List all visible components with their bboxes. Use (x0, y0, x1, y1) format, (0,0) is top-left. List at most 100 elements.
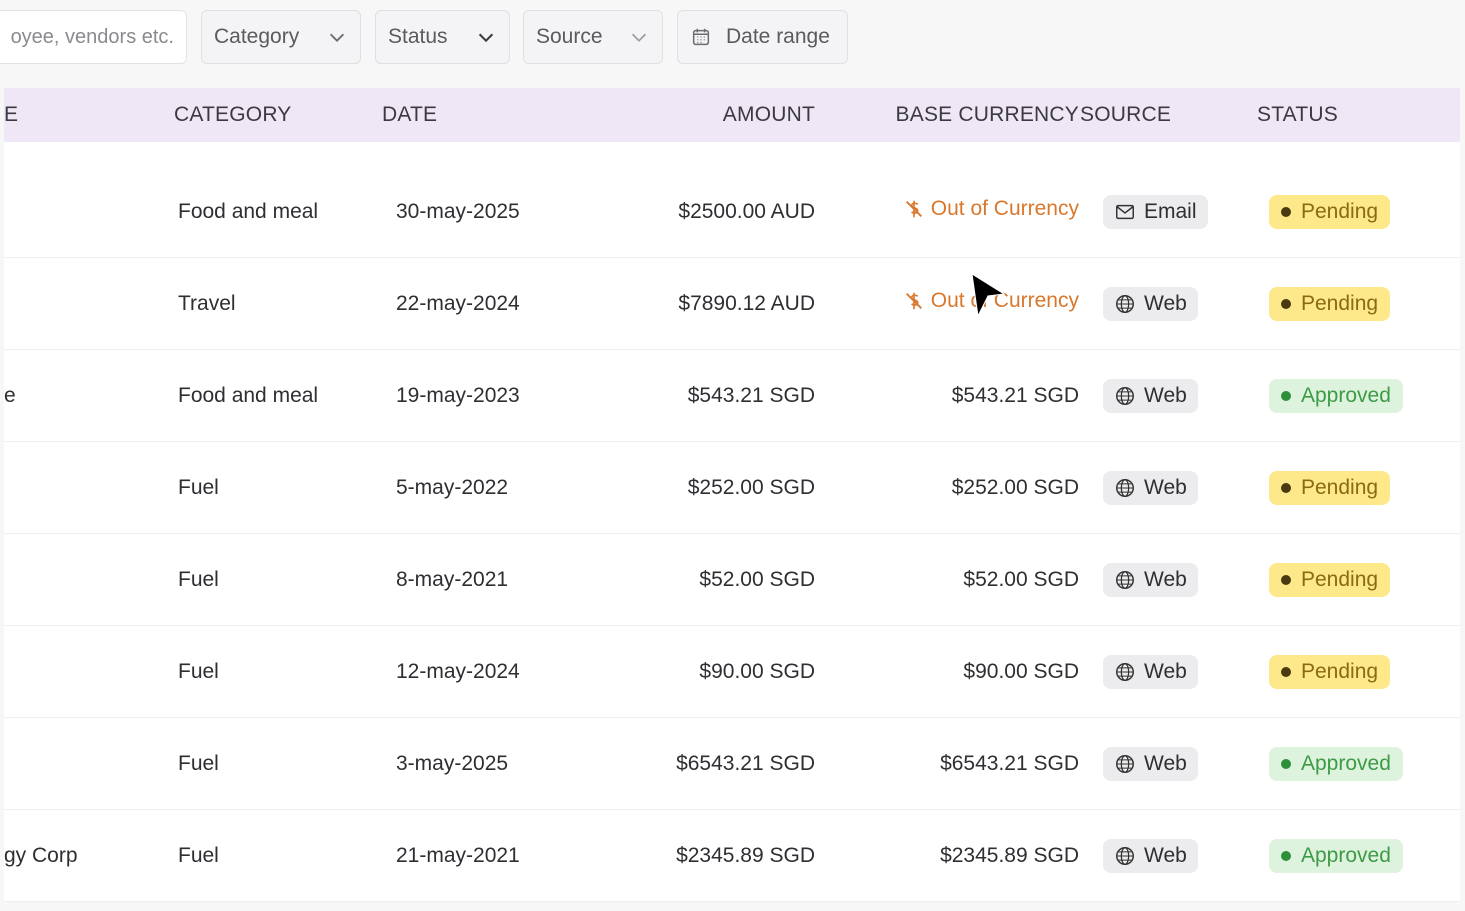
cell-category: Fuel (178, 567, 219, 591)
cell-source: Web (1079, 838, 1257, 873)
category-dropdown[interactable]: Category (201, 10, 361, 64)
column-header-date[interactable]: DATE (382, 103, 592, 127)
cell-status: Pending (1257, 286, 1437, 321)
source-chip: Web (1103, 654, 1198, 689)
status-dot (1281, 298, 1291, 309)
search-input-value: oyee, vendors etc. (10, 25, 174, 48)
cell-category: Food and meal (178, 199, 319, 223)
column-header-source[interactable]: SOURCE (1079, 103, 1257, 127)
cell-base-currency: $6543.21 SGD (815, 752, 1079, 776)
source-chip: Web (1103, 562, 1198, 597)
globe-icon (1116, 294, 1134, 313)
base-currency-value: $90.00 SGD (963, 659, 1079, 683)
status-badge-label: Approved (1301, 383, 1391, 407)
base-currency-value: $252.00 SGD (951, 475, 1079, 499)
cell-status: Approved (1257, 838, 1437, 873)
table-row[interactable]: Fuel 8-may-2021 $52.00 SGD $52.00 SGD We… (4, 534, 1460, 626)
column-header-amount[interactable]: AMOUNT (592, 103, 815, 127)
cell-category: Fuel (178, 751, 219, 775)
status-badge-label: Approved (1301, 751, 1391, 775)
globe-icon (1116, 846, 1134, 865)
table-row[interactable]: Food and meal 30-may-2025 $2500.00 AUD O… (4, 166, 1460, 258)
status-dropdown[interactable]: Status (375, 10, 510, 64)
no-currency-icon (905, 200, 922, 218)
source-chip: Web (1103, 286, 1198, 321)
source-chip-label: Web (1144, 383, 1187, 407)
cell-amount: $252.00 SGD (687, 475, 815, 499)
status-badge: Approved (1269, 838, 1403, 873)
source-chip-label: Email (1144, 199, 1197, 223)
cell-date: 30-may-2025 (396, 199, 520, 223)
globe-icon (1116, 478, 1134, 497)
table-row[interactable]: Fuel 12-may-2024 $90.00 SGD $90.00 SGD W… (4, 626, 1460, 718)
cell-status: Pending (1257, 470, 1437, 505)
no-currency-icon (905, 292, 922, 310)
cell-source: Web (1079, 286, 1257, 321)
table-row[interactable]: Travel 22-may-2024 $7890.12 AUD Out of C… (4, 258, 1460, 350)
globe-icon (1116, 386, 1134, 405)
status-dot (1281, 574, 1291, 585)
status-badge-label: Pending (1301, 567, 1379, 591)
table-row[interactable]: e Food and meal 19-may-2023 $543.21 SGD … (4, 350, 1460, 442)
cell-amount: $52.00 SGD (699, 567, 815, 591)
status-dot (1281, 850, 1291, 861)
search-input[interactable]: oyee, vendors etc. (0, 10, 187, 64)
status-dropdown-label: Status (388, 25, 448, 48)
globe-icon (1116, 662, 1134, 681)
column-header-base-currency[interactable]: BASE CURRENCY (815, 103, 1079, 127)
table-row[interactable]: Fuel 3-may-2025 $6543.21 SGD $6543.21 SG… (4, 718, 1460, 810)
cell-amount: $7890.12 AUD (678, 291, 815, 315)
cell-status: Pending (1257, 654, 1437, 689)
column-header-status[interactable]: STATUS (1257, 103, 1437, 127)
base-currency-value: $6543.21 SGD (940, 751, 1079, 775)
date-range-label: Date range (726, 25, 830, 48)
cell-category: Food and meal (178, 383, 319, 407)
base-currency-value: $543.21 SGD (951, 383, 1079, 407)
cell-source: Web (1079, 562, 1257, 597)
source-chip-label: Web (1144, 659, 1187, 683)
status-dot (1281, 206, 1291, 217)
cell-amount: $2500.00 AUD (678, 199, 815, 223)
base-currency-text: Out of Currency (930, 197, 1079, 220)
cell-category: Fuel (178, 843, 219, 867)
cell-status: Pending (1257, 562, 1437, 597)
source-dropdown[interactable]: Source (523, 10, 663, 64)
source-chip-label: Web (1144, 475, 1187, 499)
cell-amount: $2345.89 SGD (676, 843, 815, 867)
calendar-icon (692, 28, 710, 46)
cell-amount: $543.21 SGD (687, 383, 815, 407)
table-spacer (4, 142, 1460, 166)
cell-status: Approved (1257, 746, 1437, 781)
status-dot (1281, 482, 1291, 493)
cell-date: 5-may-2022 (396, 475, 509, 499)
cell-base-currency: $543.21 SGD (815, 384, 1079, 408)
cell-category: Travel (178, 291, 236, 315)
cell-date: 8-may-2021 (396, 567, 509, 591)
source-chip: Web (1103, 746, 1198, 781)
table-header: E CATEGORY DATE AMOUNT BASE CURRENCY SOU… (4, 88, 1460, 142)
cell-date: 21-may-2021 (396, 843, 520, 867)
source-chip: Web (1103, 470, 1198, 505)
cell-base-currency: Out of Currency (815, 289, 1079, 318)
chevron-down-icon (631, 33, 647, 42)
cell-source: Email (1079, 194, 1257, 229)
status-dot (1281, 666, 1291, 677)
globe-icon (1116, 754, 1134, 773)
cell-source: Web (1079, 746, 1257, 781)
chevron-down-icon (478, 33, 494, 43)
cell-base-currency: $90.00 SGD (815, 660, 1079, 684)
status-badge: Pending (1269, 654, 1391, 689)
table-body: Food and meal 30-may-2025 $2500.00 AUD O… (4, 166, 1460, 902)
cell-base-currency: Out of Currency (815, 197, 1079, 226)
status-badge: Approved (1269, 378, 1403, 413)
cell-source: Web (1079, 470, 1257, 505)
cell-base-currency: $2345.89 SGD (815, 844, 1079, 868)
date-range-picker[interactable]: Date range (677, 10, 848, 64)
category-dropdown-label: Category (214, 25, 300, 48)
table-row[interactable]: gy Corp Fuel 21-may-2021 $2345.89 SGD $2… (4, 810, 1460, 902)
column-header-category[interactable]: CATEGORY (170, 103, 382, 127)
table-row[interactable]: Fuel 5-may-2022 $252.00 SGD $252.00 SGD … (4, 442, 1460, 534)
column-header-name[interactable]: E (4, 103, 170, 127)
source-dropdown-label: Source (536, 25, 603, 48)
cell-name: gy Corp (4, 843, 78, 867)
